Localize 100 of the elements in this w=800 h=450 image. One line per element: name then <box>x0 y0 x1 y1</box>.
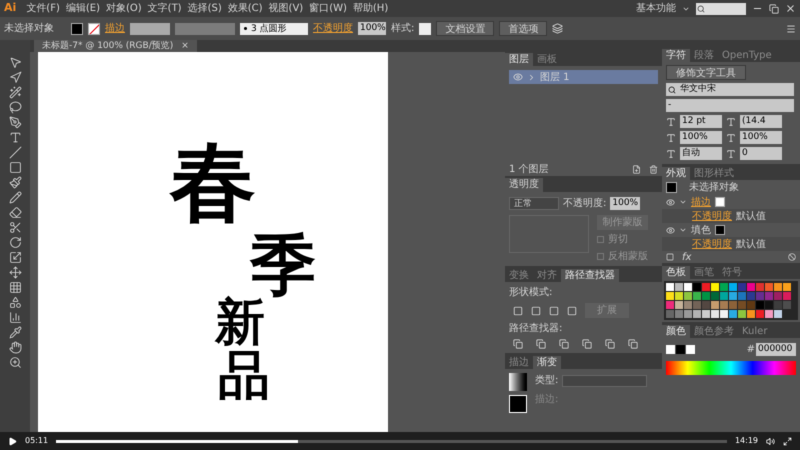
visibility-icon[interactable] <box>513 72 523 82</box>
zoom-icon[interactable] <box>8 356 22 369</box>
color-swatch[interactable] <box>666 310 674 318</box>
checkbox[interactable] <box>597 236 604 243</box>
panel-tab[interactable]: 图形样式 <box>690 167 738 180</box>
expand-icon[interactable] <box>679 198 687 206</box>
progress-track[interactable] <box>56 440 727 442</box>
kerning-field[interactable]: 自动 <box>680 147 722 160</box>
fill-swatch[interactable] <box>71 22 83 34</box>
color-swatch[interactable] <box>693 283 701 291</box>
style-swatch[interactable] <box>419 22 432 34</box>
horizontal-scale-field[interactable]: 100% <box>740 131 782 144</box>
close-icon[interactable] <box>785 3 796 14</box>
expand-icon[interactable] <box>527 72 536 82</box>
panel-tab[interactable]: Kuler <box>738 325 772 338</box>
panel-tab[interactable]: 透明度 <box>505 178 543 192</box>
color-swatch[interactable] <box>693 310 701 318</box>
font-size-field[interactable]: 12 pt <box>680 115 722 128</box>
color-swatch[interactable] <box>783 283 791 291</box>
direct-selection-icon[interactable] <box>8 71 22 84</box>
workspace-switcher[interactable]: 基本功能 <box>636 1 676 16</box>
bar-chart-icon[interactable] <box>8 311 22 324</box>
panel-tab[interactable]: 外观 <box>662 167 690 180</box>
pathfinder-icon[interactable] <box>582 339 592 349</box>
pathfinder-icon[interactable] <box>605 339 615 349</box>
new-layer-icon[interactable] <box>632 165 641 174</box>
panel-tab[interactable]: 图层 <box>505 53 533 66</box>
lasso-icon[interactable] <box>8 101 22 114</box>
panel-tab[interactable]: 对齐 <box>533 269 561 282</box>
toolbar-button[interactable]: 首选项 <box>499 21 548 36</box>
input-field[interactable]: 100% <box>358 22 386 35</box>
panel-tab[interactable]: 路径查找器 <box>561 269 619 282</box>
color-swatch[interactable] <box>693 292 701 300</box>
color-swatch[interactable] <box>765 310 773 318</box>
color-swatch[interactable] <box>684 292 692 300</box>
menu-item[interactable]: 文字(T) <box>148 1 182 16</box>
color-swatch[interactable] <box>711 310 719 318</box>
registration-swatch[interactable] <box>675 283 683 291</box>
color-swatch[interactable] <box>756 283 764 291</box>
pen-icon[interactable] <box>8 116 22 129</box>
stroke-swatch[interactable] <box>88 22 100 34</box>
pathfinder-icon[interactable] <box>559 339 569 349</box>
stroke-color-swatch[interactable] <box>686 345 695 354</box>
color-swatch[interactable] <box>765 292 773 300</box>
color-swatch[interactable] <box>783 301 791 309</box>
stroke-link[interactable]: 描边 <box>691 194 711 210</box>
pencil-icon[interactable] <box>8 191 22 204</box>
opacity-link[interactable]: 不透明度 <box>313 21 353 36</box>
color-swatch[interactable] <box>702 283 710 291</box>
color-swatch[interactable] <box>774 283 782 291</box>
color-swatch[interactable] <box>711 301 719 309</box>
color-swatch[interactable] <box>711 283 719 291</box>
fill-stroke-icon[interactable] <box>509 395 527 413</box>
scale-icon[interactable] <box>8 251 22 264</box>
eraser-icon[interactable] <box>8 206 22 219</box>
menu-item[interactable]: 对象(O) <box>106 1 142 16</box>
panel-tab[interactable]: 字符 <box>662 49 690 62</box>
color-swatch[interactable] <box>675 292 683 300</box>
mesh-icon[interactable] <box>8 281 22 294</box>
menu-item[interactable]: 帮助(H) <box>352 1 388 16</box>
effects-button[interactable]: fx <box>682 250 692 264</box>
menu-item[interactable]: 选择(S) <box>188 1 222 16</box>
color-swatch[interactable] <box>783 292 791 300</box>
color-swatch[interactable] <box>729 310 737 318</box>
color-swatch[interactable] <box>675 301 683 309</box>
hand-icon[interactable] <box>8 341 22 354</box>
color-swatch[interactable] <box>765 283 773 291</box>
magic-wand-icon[interactable] <box>8 86 22 99</box>
eyedropper-icon[interactable] <box>8 326 22 339</box>
type-dropdown[interactable] <box>562 374 648 386</box>
menu-item[interactable]: 视图(V) <box>268 1 304 16</box>
hex-field[interactable]: 000000 <box>756 343 796 356</box>
color-swatch[interactable] <box>774 292 782 300</box>
volume-icon[interactable] <box>766 436 775 446</box>
touch-type-button[interactable]: 修饰文字工具 <box>666 65 746 80</box>
color-swatch[interactable] <box>747 301 755 309</box>
color-swatch[interactable] <box>747 310 755 318</box>
color-swatch[interactable] <box>774 301 782 309</box>
color-swatch[interactable] <box>738 292 746 300</box>
vertical-scale-field[interactable]: 100% <box>680 131 722 144</box>
visibility-icon[interactable] <box>666 226 675 234</box>
color-swatch[interactable] <box>711 292 719 300</box>
fullscreen-icon[interactable] <box>783 436 792 446</box>
color-swatch[interactable] <box>729 301 737 309</box>
color-swatch[interactable] <box>738 301 746 309</box>
panel-tab[interactable]: OpenType <box>718 49 776 62</box>
input-field[interactable]: 100% <box>610 197 640 210</box>
color-swatch[interactable] <box>720 292 728 300</box>
search-field[interactable] <box>696 2 746 14</box>
menu-item[interactable]: 编辑(E) <box>66 1 100 16</box>
panel-tab[interactable]: 段落 <box>690 49 718 62</box>
document-tab[interactable]: 未标题-7* @ 100% (RGB/预览) × <box>34 40 197 52</box>
scissors-icon[interactable] <box>8 221 22 234</box>
delete-icon[interactable] <box>649 165 658 174</box>
paintbrush-icon[interactable] <box>8 176 22 189</box>
gradient-swatch[interactable] <box>509 373 527 391</box>
checkbox[interactable] <box>597 253 604 260</box>
panel-tab[interactable]: 符号 <box>718 266 746 279</box>
expand-icon[interactable] <box>679 226 687 234</box>
clear-icon[interactable] <box>788 253 796 261</box>
